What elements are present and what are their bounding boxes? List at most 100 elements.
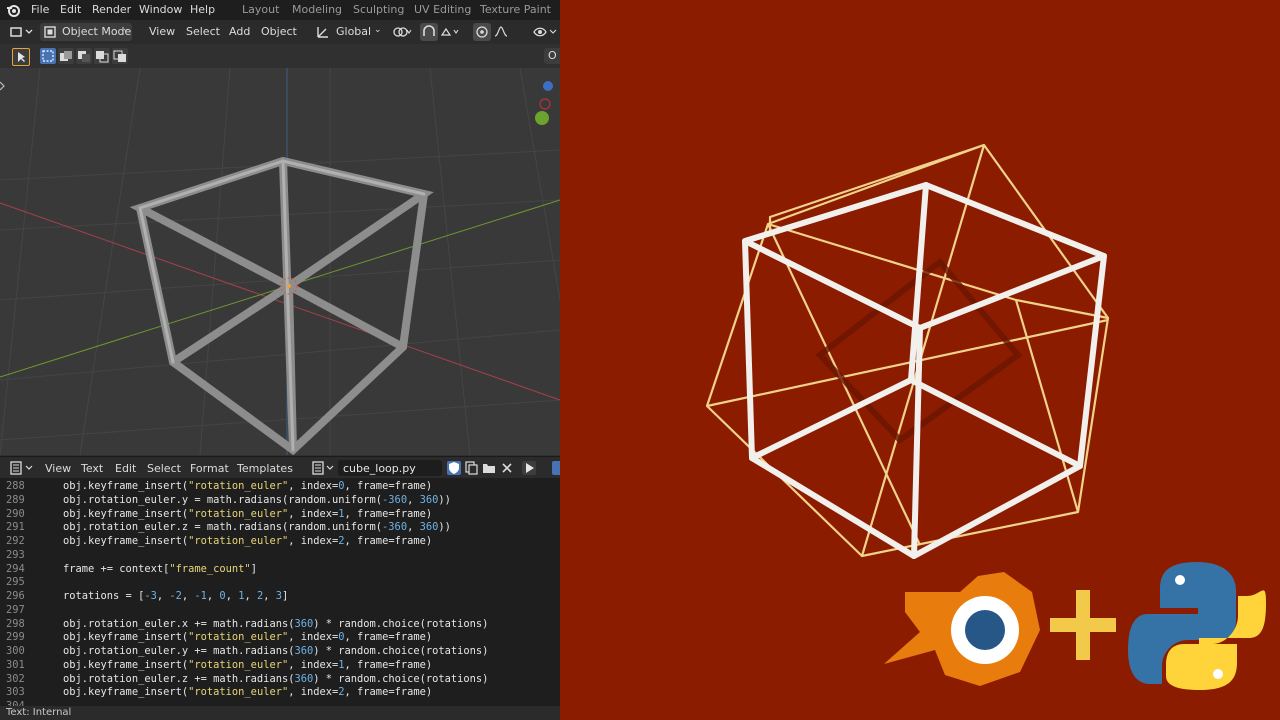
line-number: 291	[6, 521, 28, 533]
select-tool-button[interactable]	[12, 48, 30, 66]
select-difference-icon	[94, 48, 110, 64]
text-menu-text[interactable]: Text	[81, 462, 103, 475]
menu-file[interactable]: File	[31, 3, 49, 16]
tab-sculpting[interactable]: Sculpting	[353, 3, 404, 16]
transform-orientation-icon	[316, 25, 330, 39]
select-new-button[interactable]	[40, 48, 56, 64]
pivot-point-icon[interactable]	[392, 25, 414, 39]
line-number: 290	[6, 508, 28, 520]
new-text-button[interactable]	[464, 461, 478, 475]
filename-field[interactable]: cube_loop.py	[338, 460, 442, 476]
unlink-text-button[interactable]	[500, 461, 514, 475]
code-line[interactable]: 290obj.keyframe_insert("rotation_euler",…	[0, 508, 560, 522]
origin-dot-icon	[287, 284, 291, 288]
snap-icon[interactable]	[420, 23, 468, 41]
chevron-down-icon: ⌄	[374, 25, 382, 35]
tab-texture-paint[interactable]: Texture Paint	[480, 3, 551, 16]
code-line[interactable]: 298 obj.rotation_euler.x += math.radians(…	[0, 618, 560, 632]
line-number: 298	[6, 618, 28, 630]
text-menu-templates[interactable]: Templates	[237, 462, 293, 475]
code-line[interactable]: 296 rotations = [-3, -2, -1, 0, 1, 2, 3]	[0, 590, 560, 604]
view-object-types-icon[interactable]	[533, 25, 559, 39]
transform-orientation-dropdown[interactable]: Global	[336, 25, 371, 38]
shield-icon	[447, 461, 461, 475]
line-number: 296	[6, 590, 28, 602]
menu-edit[interactable]: Edit	[60, 3, 81, 16]
open-text-button[interactable]	[482, 461, 496, 475]
code-line[interactable]: 289obj.rotation_euler.y = math.radians(r…	[0, 494, 560, 508]
code-line[interactable]: 297	[0, 604, 560, 618]
gizmo-z-icon[interactable]	[543, 81, 553, 91]
3d-viewport[interactable]	[0, 68, 560, 455]
select-intersect-button[interactable]	[112, 48, 128, 64]
code-line[interactable]: 299obj.keyframe_insert("rotation_euler",…	[0, 631, 560, 645]
text-menu-view[interactable]: View	[45, 462, 71, 475]
code-line[interactable]: 288obj.keyframe_insert("rotation_euler",…	[0, 480, 560, 494]
text-editor-header: View Text Edit Select Format Templates c…	[0, 456, 560, 479]
render-canvas	[560, 0, 1280, 720]
line-number: 300	[6, 645, 28, 657]
code-line[interactable]: 292 obj.keyframe_insert("rotation_euler",…	[0, 535, 560, 549]
text-menu-edit[interactable]: Edit	[115, 462, 136, 475]
menu-window[interactable]: Window	[139, 3, 182, 16]
code-line[interactable]: 303obj.keyframe_insert("rotation_euler",…	[0, 686, 560, 700]
line-code: obj.keyframe_insert("rotation_euler", in…	[63, 686, 432, 698]
code-line[interactable]: 294frame += context["frame_count"]	[0, 563, 560, 577]
line-code: rotations = [-3, -2, -1, 0, 1, 2, 3]	[63, 590, 288, 602]
tab-uv-editing[interactable]: UV Editing	[414, 3, 471, 16]
menu-help[interactable]: Help	[190, 3, 215, 16]
select-subtract-button[interactable]	[76, 48, 92, 64]
line-code: obj.keyframe_insert("rotation_euler", in…	[63, 480, 432, 492]
blender-window: File Edit Render Window Help Layout Mode…	[0, 0, 560, 720]
run-script-button[interactable]	[522, 461, 536, 475]
code-line[interactable]: 301obj.keyframe_insert("rotation_euler",…	[0, 659, 560, 673]
tab-layout[interactable]: Layout	[242, 3, 279, 16]
line-code: obj.rotation_euler.z = math.radians(rand…	[63, 521, 451, 533]
text-menu-select[interactable]: Select	[147, 462, 181, 475]
text-editor-icon[interactable]	[10, 461, 34, 475]
menu-select[interactable]: Select	[186, 25, 220, 38]
line-number: 294	[6, 563, 28, 575]
text-datablock-icon[interactable]	[312, 461, 336, 475]
select-intersect-icon	[112, 48, 128, 64]
line-number: 295	[6, 576, 28, 588]
cursor-arrow-icon	[13, 49, 29, 65]
line-number: 301	[6, 659, 28, 671]
editor-type-icon[interactable]	[10, 25, 34, 39]
top-menu-bar: File Edit Render Window Help Layout Mode…	[0, 0, 560, 20]
line-number: 299	[6, 631, 28, 643]
menu-render[interactable]: Render	[92, 3, 131, 16]
line-code: obj.rotation_euler.y = math.radians(rand…	[63, 494, 451, 506]
line-number: 292	[6, 535, 28, 547]
text-menu-format[interactable]: Format	[190, 462, 229, 475]
chevron-down-icon: ⌄	[122, 24, 130, 34]
line-code: obj.rotation_euler.x += math.radians(360…	[63, 618, 488, 630]
select-difference-button[interactable]	[94, 48, 110, 64]
line-numbers-toggle[interactable]	[552, 461, 560, 475]
menu-view[interactable]: View	[149, 25, 175, 38]
run-script-icon	[522, 461, 536, 475]
line-number: 302	[6, 673, 28, 685]
code-editor[interactable]: 288obj.keyframe_insert("rotation_euler",…	[0, 478, 560, 706]
select-extend-icon	[58, 48, 74, 64]
line-code: obj.keyframe_insert("rotation_euler", in…	[63, 535, 432, 547]
code-line[interactable]: 293	[0, 549, 560, 563]
code-line[interactable]: 300 obj.rotation_euler.y += math.radians(…	[0, 645, 560, 659]
menu-object[interactable]: Object	[261, 25, 297, 38]
select-extend-button[interactable]	[58, 48, 74, 64]
blender-logo-icon[interactable]	[6, 3, 20, 17]
mode-label: Object Mode	[62, 25, 131, 38]
line-code: obj.rotation_euler.y += math.radians(360…	[63, 645, 488, 657]
gizmo-y-icon[interactable]	[535, 111, 549, 125]
menu-add[interactable]: Add	[229, 25, 250, 38]
mode-dropdown[interactable]: Object Mode ⌄	[40, 23, 132, 41]
filename-label: cube_loop.py	[343, 462, 416, 475]
proportional-editing-icon[interactable]	[473, 23, 521, 41]
code-line[interactable]: 302obj.rotation_euler.z += math.radians(…	[0, 673, 560, 687]
code-line[interactable]: 291 obj.rotation_euler.z = math.radians(r…	[0, 521, 560, 535]
tab-modeling[interactable]: Modeling	[292, 3, 342, 16]
code-line[interactable]: 295	[0, 576, 560, 590]
object-mode-icon	[44, 26, 56, 38]
overlay-options-button[interactable]: O	[544, 48, 560, 64]
fake-user-button[interactable]	[447, 461, 461, 475]
